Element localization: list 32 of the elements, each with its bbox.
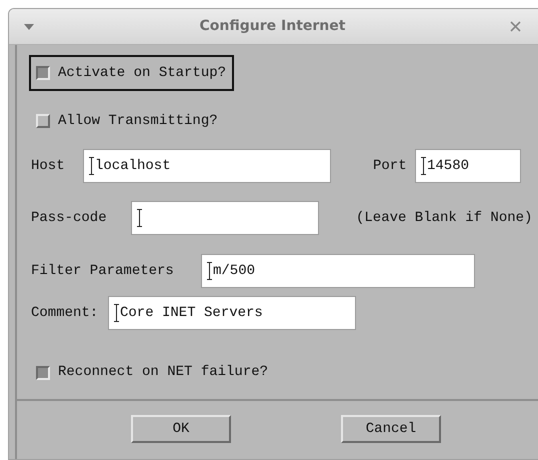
checkbox[interactable] (36, 366, 50, 380)
text-field[interactable]: localhost (83, 149, 331, 183)
field-label: Comment: (31, 304, 100, 322)
field-value: Core INET Servers (120, 304, 263, 322)
checkbox-label: Allow Transmitting? (58, 112, 218, 130)
text-field[interactable]: 14580 (415, 149, 521, 183)
text-field[interactable]: m/500 (201, 254, 475, 288)
checkbox-option[interactable]: Allow Transmitting? (29, 103, 226, 139)
dialog-button[interactable]: OK (131, 415, 231, 443)
checkbox-option[interactable]: Activate on Startup? (29, 55, 234, 91)
text-cursor-icon (114, 304, 119, 322)
window-menu-icon[interactable] (23, 22, 35, 30)
checkbox-label: Activate on Startup? (58, 64, 226, 82)
field-value: m/500 (213, 262, 256, 280)
text-cursor-icon (137, 209, 142, 227)
text-cursor-icon (89, 157, 94, 175)
window-title: Configure Internet (198, 17, 346, 36)
text-cursor-icon (421, 157, 426, 175)
checkbox[interactable] (36, 66, 50, 80)
text-cursor-icon (207, 262, 212, 280)
dialog-button[interactable]: Cancel (341, 415, 441, 443)
field-label: Filter Parameters (31, 262, 175, 280)
hint-text: (Leave Blank if None) (356, 208, 532, 228)
field-label: Port (373, 156, 408, 176)
field-value: 14580 (427, 156, 470, 176)
checkbox-label: Reconnect on NET failure? (58, 363, 268, 382)
text-field[interactable] (131, 201, 319, 235)
field-label: Host (31, 156, 66, 176)
text-field[interactable]: Core INET Servers (108, 296, 356, 330)
close-icon[interactable] (510, 21, 521, 32)
field-label: Pass-code (31, 208, 108, 228)
field-value: localhost (95, 156, 171, 176)
